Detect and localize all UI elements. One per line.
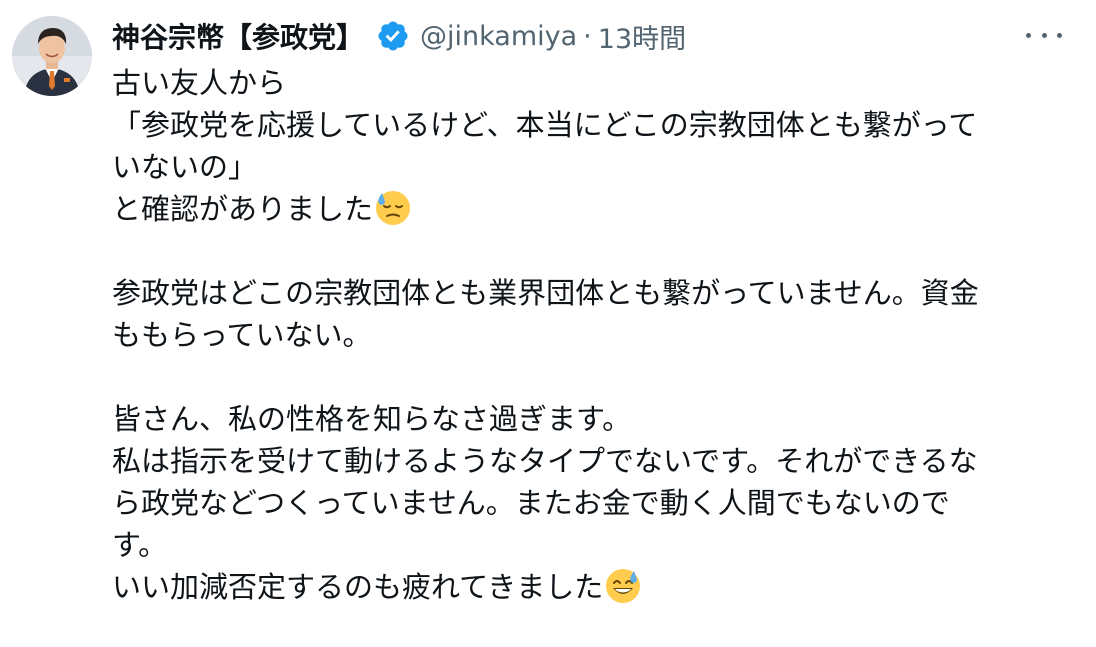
tweet-line-text: いい加減否定するのも疲れてきました: [112, 570, 604, 604]
author-handle[interactable]: @jinkamiya: [420, 21, 577, 52]
header-separator: ·: [583, 20, 592, 52]
avatar-photo: [12, 16, 92, 96]
tweet-line: ももらっていない。: [112, 318, 372, 352]
more-dot: [1057, 32, 1062, 38]
tweet-line: いないの」: [112, 150, 258, 184]
tweet-line: 「参政党を応援しているけど、本当にどこの宗教団体とも繋がって: [112, 108, 978, 142]
tweet-line-with-emoji: いい加減否定するのも疲れてきました: [112, 566, 1072, 608]
tweet-text: 古い友人から 「参政党を応援しているけど、本当にどこの宗教団体とも繋がって いな…: [112, 62, 1072, 608]
tweet-line: 古い友人から: [112, 66, 287, 100]
tweet-line: 皆さん、私の性格を知らなさ過ぎます。: [112, 402, 632, 436]
more-dot: [1041, 32, 1047, 38]
profile-avatar[interactable]: [12, 16, 92, 96]
tweet-header: 神谷宗幣【参政党】 @jinkamiya · 13時間: [112, 14, 686, 58]
tweet-line-with-emoji: と確認がありました: [112, 188, 1072, 230]
tweet-line: す。: [112, 528, 168, 562]
tweet-timestamp[interactable]: 13時間: [598, 17, 686, 56]
more-options-icon[interactable]: [1026, 20, 1062, 50]
downcast-face-with-sweat-emoji: [376, 191, 411, 225]
tweet-line-text: と確認がありました: [112, 192, 374, 226]
tweet-line: 私は指示を受けて動けるようなタイプでないです。それができるな: [112, 444, 978, 478]
tweet-line: ら政党などつくっていません。またお金で動く人間でもないので: [112, 486, 950, 520]
author-display-name[interactable]: 神谷宗幣【参政党】: [112, 16, 364, 56]
grinning-face-with-sweat-emoji: [606, 569, 641, 603]
verified-badge-icon[interactable]: [376, 19, 410, 53]
tweet-line: 参政党はどこの宗教団体とも業界団体とも繋がっていません。資金: [112, 276, 979, 310]
more-dot: [1026, 32, 1031, 38]
tweet: 神谷宗幣【参政党】 @jinkamiya · 13時間 古い友人から 「参政党を…: [0, 0, 1096, 647]
